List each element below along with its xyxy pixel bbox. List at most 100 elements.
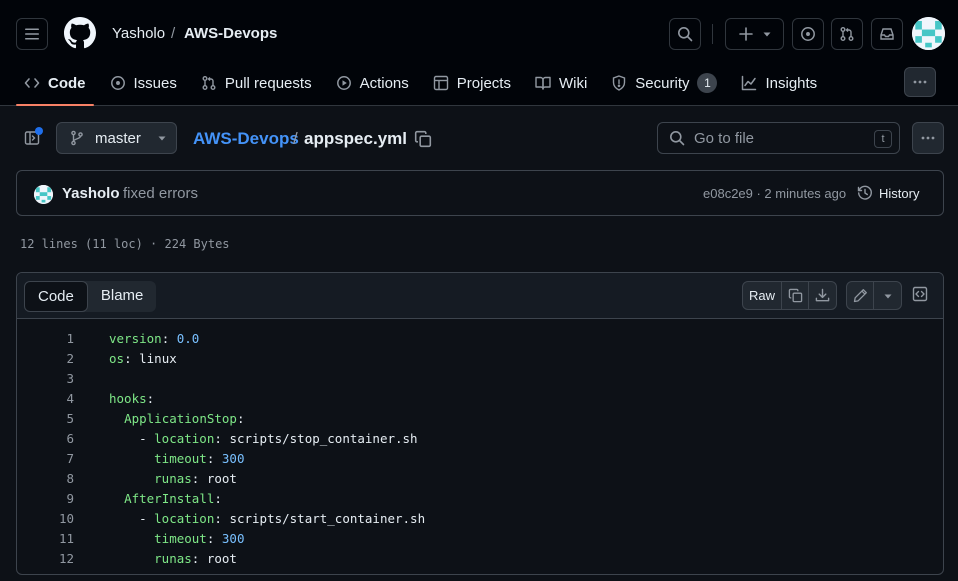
triangle-down-icon — [884, 294, 891, 298]
history-icon — [857, 185, 872, 200]
inbox-button[interactable] — [871, 18, 903, 50]
kebab-horizontal-icon — [913, 80, 927, 84]
path-filename: appspec.yml — [304, 129, 407, 148]
commit-author-link[interactable]: Yasholo — [62, 185, 120, 202]
line-number[interactable]: 5 — [17, 409, 74, 429]
edit-file-button[interactable] — [847, 282, 874, 309]
edit-group — [846, 281, 902, 310]
code-view-button[interactable]: Code — [24, 281, 88, 312]
path-repo-link[interactable]: AWS-Devops — [193, 129, 299, 149]
header-divider — [712, 24, 713, 44]
graph-icon — [742, 75, 757, 91]
user-avatar[interactable] — [912, 17, 945, 50]
line-number[interactable]: 6 — [17, 429, 74, 449]
line-number[interactable]: 4 — [17, 389, 74, 409]
line-number[interactable]: 2 — [17, 349, 74, 369]
history-label: History — [879, 185, 920, 201]
tab-issues[interactable]: Issues — [102, 66, 185, 100]
yaml-value: root — [206, 471, 237, 486]
blame-view-button[interactable]: Blame — [88, 281, 157, 312]
github-logo-icon[interactable] — [64, 17, 96, 49]
table-icon — [433, 75, 448, 91]
yaml-value: 300 — [221, 531, 245, 546]
more-tabs-button[interactable] — [904, 67, 936, 97]
repo-name-link[interactable]: AWS-Devops — [184, 25, 277, 42]
line-number[interactable]: 9 — [17, 489, 74, 509]
line-content: os: linux — [109, 351, 177, 366]
yaml-key: timeout — [154, 531, 207, 546]
branch-name: master — [95, 129, 141, 147]
go-to-file-placeholder: Go to file — [694, 129, 755, 147]
hamburger-menu-button[interactable] — [16, 18, 48, 50]
line-number[interactable]: 12 — [17, 549, 74, 569]
commit-author-avatar[interactable] — [34, 185, 53, 204]
code-lines: 1 version: 0.0 2 os: linux 3 4 hooks: 5 Applica… — [17, 320, 943, 569]
line-content: hooks: — [109, 391, 155, 406]
line-content: runas: root — [154, 471, 237, 486]
edit-options-dropdown[interactable] — [874, 282, 901, 309]
yaml-value: 300 — [221, 451, 245, 466]
play-icon — [336, 76, 351, 90]
line-content: version: 0.0 — [109, 331, 200, 346]
yaml-key: runas — [154, 471, 192, 486]
history-button[interactable]: History — [857, 185, 919, 201]
your-pull-requests-button[interactable] — [831, 18, 863, 50]
line-content: - location: scripts/start_container.sh — [109, 511, 426, 526]
go-to-file-input[interactable]: Go to file t — [657, 122, 900, 154]
keyboard-shortcut-hint: t — [874, 130, 892, 148]
tab-insights-label: Insights — [765, 74, 818, 92]
line-number[interactable]: 7 — [17, 449, 74, 469]
issue-opened-icon — [110, 76, 125, 90]
code-line: 8 runas: root — [17, 469, 943, 489]
file-tree-toggle-button[interactable] — [16, 122, 48, 154]
line-number[interactable]: 8 — [17, 469, 74, 489]
line-number[interactable]: 10 — [17, 509, 74, 529]
file-size-info: 12 lines (11 loc) · 224 Bytes — [20, 237, 230, 251]
file-more-options-button[interactable] — [912, 122, 944, 154]
commit-sha-time[interactable]: e08c2e9 · 2 minutes ago — [703, 186, 846, 201]
plus-icon — [738, 27, 753, 41]
code-line: 7 timeout: 300 — [17, 449, 943, 469]
tab-security[interactable]: Security 1 — [603, 66, 725, 100]
triangle-down-icon — [158, 136, 166, 141]
three-bars-icon — [25, 28, 39, 40]
raw-button[interactable]: Raw — [743, 282, 782, 309]
line-number[interactable]: 1 — [17, 329, 74, 349]
branch-selector[interactable]: master — [56, 122, 177, 154]
code-square-icon[interactable] — [912, 286, 928, 302]
yaml-value: linux — [139, 351, 177, 366]
yaml-key: location — [154, 431, 215, 446]
tab-code-label: Code — [48, 74, 86, 92]
line-content: - location: scripts/stop_container.sh — [109, 431, 418, 446]
tab-pull-requests-label: Pull requests — [224, 74, 312, 92]
search-icon — [670, 131, 685, 146]
search-button[interactable] — [669, 18, 701, 50]
repo-owner-link[interactable]: Yasholo — [112, 25, 165, 42]
tab-actions[interactable]: Actions — [328, 66, 417, 100]
line-content: timeout: 300 — [154, 531, 245, 546]
tab-insights[interactable]: Insights — [733, 66, 825, 100]
git-branch-icon — [71, 130, 83, 146]
line-number[interactable]: 11 — [17, 529, 74, 549]
code-line: 1 version: 0.0 — [17, 329, 943, 349]
yaml-value: 0.0 — [176, 331, 200, 346]
tab-projects[interactable]: Projects — [425, 66, 519, 100]
code-line: 10 - location: scripts/start_container.s… — [17, 509, 943, 529]
create-new-button[interactable] — [725, 18, 784, 50]
tab-security-label: Security — [635, 74, 690, 92]
commit-message-link[interactable]: fixed errors — [123, 185, 198, 202]
download-raw-button[interactable] — [809, 282, 836, 309]
line-number[interactable]: 3 — [17, 369, 74, 389]
kebab-horizontal-icon — [921, 136, 935, 140]
tab-pull-requests[interactable]: Pull requests — [193, 66, 320, 100]
line-content: AfterInstall: — [124, 491, 222, 506]
copy-icon[interactable] — [414, 130, 432, 148]
copy-raw-button[interactable] — [782, 282, 809, 309]
tab-code[interactable]: Code — [16, 66, 94, 106]
yaml-key: timeout — [154, 451, 207, 466]
code-line: 3 — [17, 369, 943, 389]
yaml-key: AfterInstall — [124, 491, 215, 506]
your-issues-button[interactable] — [792, 18, 824, 50]
search-icon — [678, 27, 693, 42]
tab-wiki[interactable]: Wiki — [527, 66, 595, 100]
